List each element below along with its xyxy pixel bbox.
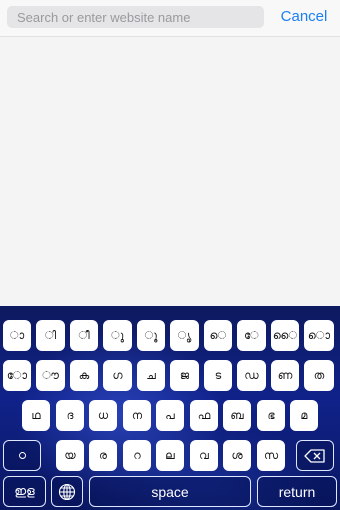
key[interactable]: െ: [204, 320, 232, 351]
key[interactable]: ര: [89, 440, 117, 471]
keyboard-row-5: ഇള space return: [0, 476, 340, 508]
browser-address-bar: Cancel: [0, 0, 340, 37]
key[interactable]: ൊ: [304, 320, 334, 351]
key[interactable]: മ: [290, 400, 318, 431]
key[interactable]: ഫ: [190, 400, 218, 431]
key[interactable]: ക: [70, 360, 98, 391]
key[interactable]: യ: [56, 440, 84, 471]
key[interactable]: ൗ: [36, 360, 65, 391]
key[interactable]: വ: [190, 440, 218, 471]
key[interactable]: ീ: [70, 320, 98, 351]
search-input[interactable]: [7, 6, 262, 28]
keyboard-row-1: ാ ി ീ ു ൂ ൃ െ േ ൈ ൊ: [0, 320, 340, 352]
keyboard-row-2: ോ ൗ ക ഗ ച ജ ട ഡ ണ ത: [0, 360, 340, 392]
key[interactable]: ൃ: [170, 320, 199, 351]
key[interactable]: ച: [137, 360, 165, 391]
globe-icon: [58, 483, 76, 500]
shift-key[interactable]: ഠ: [3, 440, 41, 471]
keyboard-row-3: ഥ ദ ധ ന പ ഫ ബ ഭ മ: [0, 400, 340, 432]
key[interactable]: സ: [257, 440, 285, 471]
key[interactable]: ു: [103, 320, 132, 351]
cancel-button[interactable]: Cancel: [276, 7, 332, 27]
space-key[interactable]: space: [89, 476, 251, 507]
key[interactable]: ന: [123, 400, 151, 431]
key[interactable]: ഡ: [237, 360, 266, 391]
key[interactable]: റ: [123, 440, 151, 471]
key[interactable]: ല: [156, 440, 184, 471]
key[interactable]: ൂ: [137, 320, 165, 351]
key[interactable]: ട: [204, 360, 232, 391]
key[interactable]: ധ: [89, 400, 117, 431]
key[interactable]: േ: [237, 320, 266, 351]
key[interactable]: ണ: [271, 360, 299, 391]
key[interactable]: ദ: [56, 400, 84, 431]
keyboard-mode-key[interactable]: ഇള: [3, 476, 46, 507]
key[interactable]: ി: [36, 320, 65, 351]
key[interactable]: ൈ: [271, 320, 299, 351]
keyboard-row-4: ഠ യ ര റ ല വ ശ സ: [0, 440, 340, 472]
key[interactable]: ശ: [223, 440, 251, 471]
key[interactable]: ഭ: [257, 400, 285, 431]
backspace-icon: [304, 448, 325, 463]
key[interactable]: ത: [304, 360, 334, 391]
return-key[interactable]: return: [257, 476, 337, 507]
key[interactable]: ഗ: [103, 360, 132, 391]
backspace-key[interactable]: [296, 440, 334, 471]
globe-key[interactable]: [51, 476, 83, 507]
key[interactable]: ഥ: [22, 400, 50, 431]
blank-web-page: [0, 37, 340, 306]
key[interactable]: ാ: [3, 320, 31, 351]
malayalam-keyboard: ാ ി ീ ു ൂ ൃ െ േ ൈ ൊ ോ ൗ ക ഗ ച ജ ട ഡ ണ ത …: [0, 306, 340, 510]
key[interactable]: ബ: [223, 400, 251, 431]
key[interactable]: ോ: [3, 360, 31, 391]
search-field[interactable]: [7, 6, 264, 28]
key[interactable]: പ: [156, 400, 184, 431]
key[interactable]: ജ: [170, 360, 199, 391]
